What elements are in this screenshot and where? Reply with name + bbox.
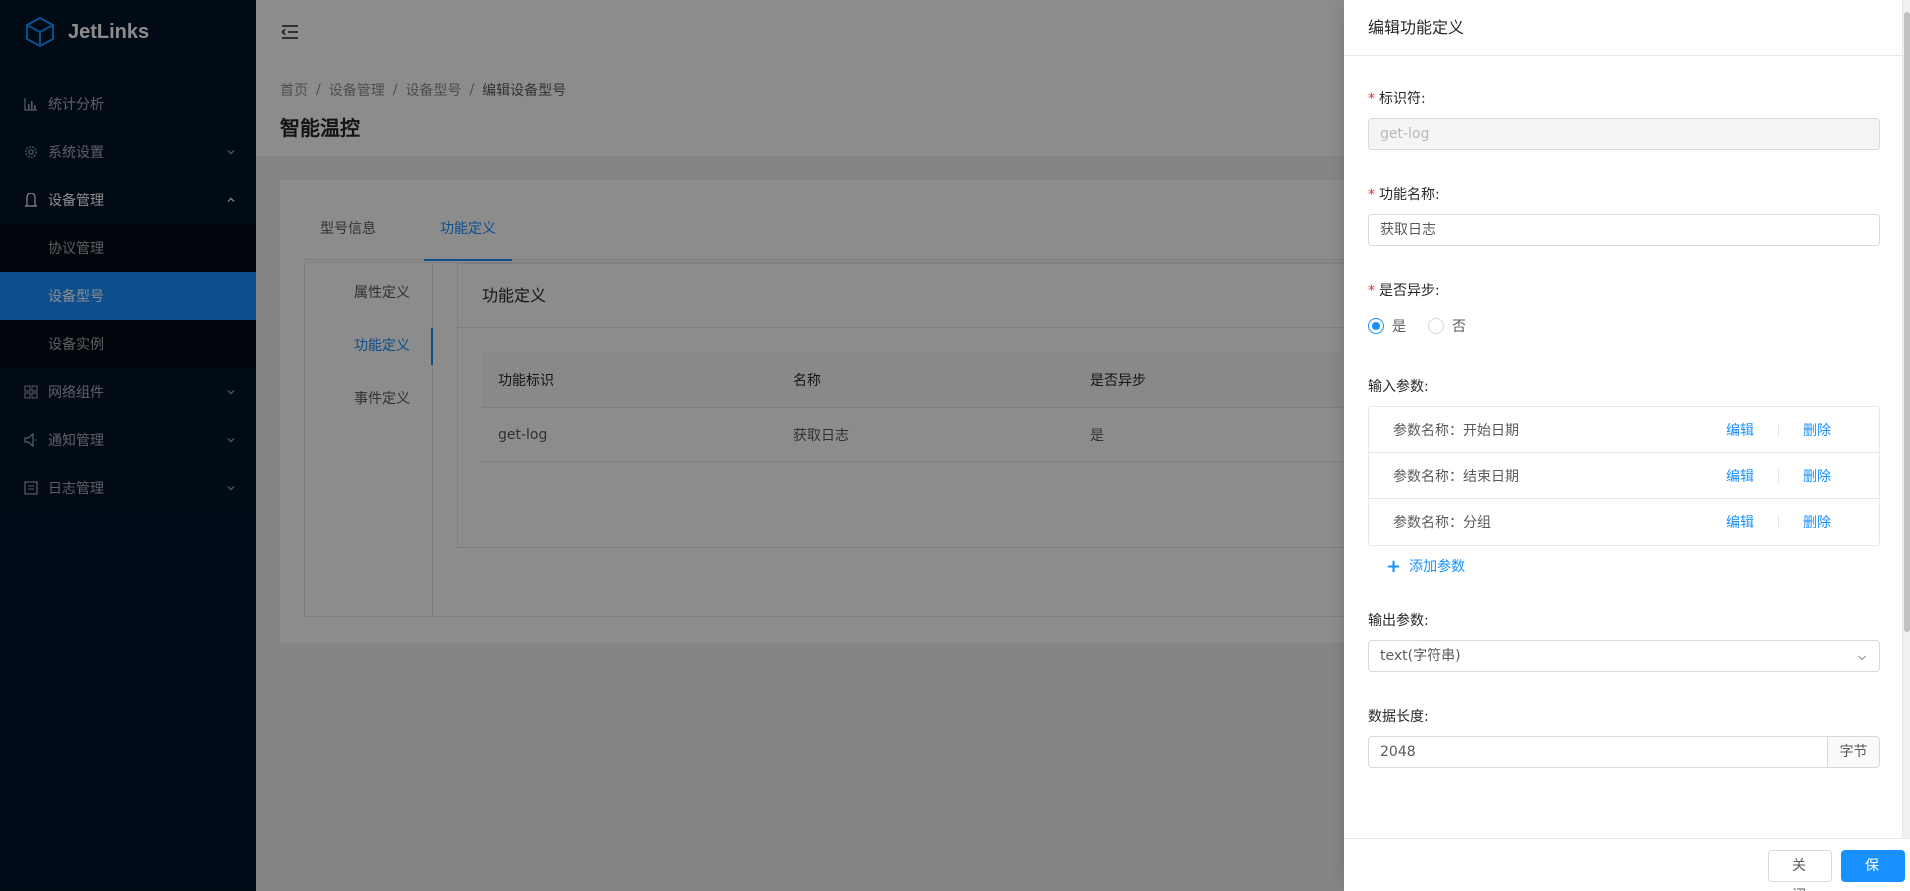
function-name-label: * 功能名称: <box>1368 187 1440 203</box>
scrollbar-thumb[interactable] <box>1904 12 1910 632</box>
output-params-select[interactable]: text(字符串) <box>1368 640 1880 672</box>
data-length-group: 2048 字节 <box>1368 736 1880 768</box>
select-value: text(字符串) <box>1380 648 1461 664</box>
radio-no[interactable]: 否 <box>1428 316 1466 336</box>
param-name: 参数名称：结束日期 <box>1393 468 1519 485</box>
input-params-list: 参数名称：开始日期 编辑 删除 参数名称：结束日期 编辑 删除 参数名称：分组 <box>1368 406 1880 546</box>
async-label: * 是否异步: <box>1368 283 1440 299</box>
delete-param-link[interactable]: 删除 <box>1803 420 1831 440</box>
list-item: 参数名称：结束日期 编辑 删除 <box>1369 453 1879 499</box>
edit-param-link[interactable]: 编辑 <box>1726 420 1754 440</box>
edit-param-link[interactable]: 编辑 <box>1726 512 1754 532</box>
divider <box>1778 422 1779 437</box>
input-params-label: 输入参数: <box>1368 379 1429 395</box>
edit-function-drawer: 编辑功能定义 * 标识符: get-log * 功能名称: 获取日志 * 是否异步: … <box>1344 0 1910 891</box>
delete-param-link[interactable]: 删除 <box>1803 466 1831 486</box>
unit-addon: 字节 <box>1828 736 1880 768</box>
edit-param-link[interactable]: 编辑 <box>1726 466 1754 486</box>
function-name-input[interactable]: 获取日志 <box>1368 214 1880 246</box>
plus-icon: + <box>1386 555 1402 577</box>
chevron-down-icon <box>1858 655 1866 661</box>
identifier-label: * 标识符: <box>1368 91 1426 107</box>
add-param-button[interactable]: + 添加参数 <box>1368 546 1880 586</box>
drawer-footer: 关 闭 保 存 <box>1344 838 1910 891</box>
radio-yes[interactable]: 是 <box>1368 316 1406 336</box>
required-mark: * <box>1368 187 1375 203</box>
delete-param-link[interactable]: 删除 <box>1803 512 1831 532</box>
close-button[interactable]: 关 闭 <box>1768 850 1832 891</box>
list-item: 参数名称：分组 编辑 删除 <box>1369 499 1879 545</box>
radio-checked-icon <box>1368 318 1384 334</box>
required-mark: * <box>1368 91 1375 107</box>
param-name: 参数名称：开始日期 <box>1393 422 1519 439</box>
divider <box>1778 515 1779 529</box>
async-radio-group: 是 否 <box>1368 310 1880 342</box>
divider <box>1778 468 1779 483</box>
list-item: 参数名称：开始日期 编辑 删除 <box>1369 407 1879 453</box>
param-name: 参数名称：分组 <box>1393 515 1491 531</box>
drawer-form: * 标识符: get-log * 功能名称: 获取日志 * 是否异步: 是 否 输入参… <box>1368 56 1880 768</box>
identifier-input: get-log <box>1368 118 1880 150</box>
data-length-input[interactable]: 2048 <box>1368 736 1828 768</box>
drawer-scrollbar[interactable] <box>1902 0 1910 891</box>
required-mark: * <box>1368 283 1375 299</box>
drawer-title: 编辑功能定义 <box>1344 0 1910 56</box>
data-length-label: 数据长度: <box>1368 709 1429 725</box>
radio-unchecked-icon <box>1428 318 1444 334</box>
output-params-label: 输出参数: <box>1368 613 1429 629</box>
save-button[interactable]: 保 存 <box>1841 850 1905 891</box>
